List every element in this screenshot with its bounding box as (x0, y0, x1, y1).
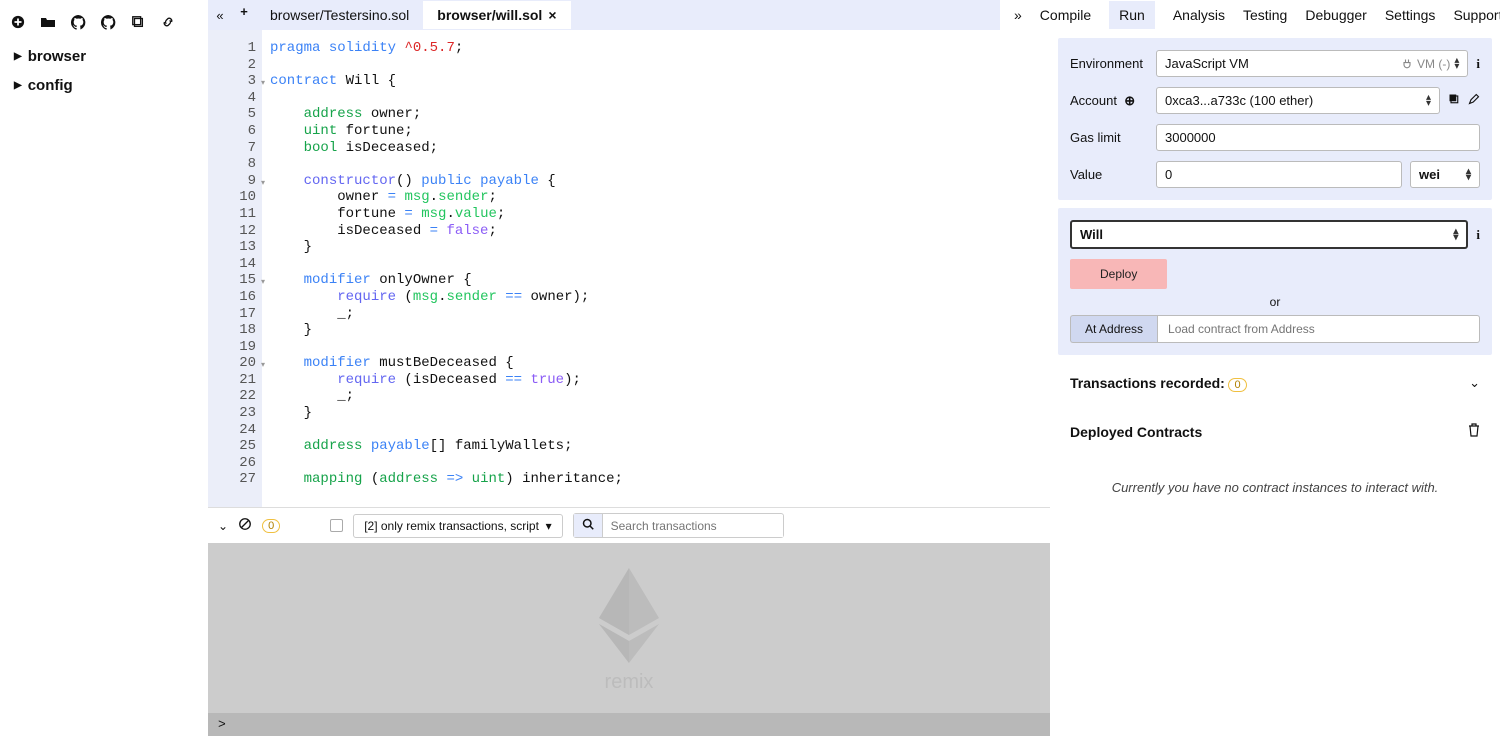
tab-label: browser/Testersino.sol (270, 7, 409, 23)
terminal-output[interactable]: remix (208, 543, 1050, 713)
tx-recorded-label: Transactions recorded: (1070, 375, 1225, 391)
select-arrows-icon: ▴▾ (1454, 58, 1459, 70)
tx-recorded-section[interactable]: Transactions recorded: 0 ⌄ (1058, 363, 1492, 403)
or-label: or (1070, 295, 1480, 309)
account-value: 0xca3...a733c (100 ether) (1165, 93, 1313, 108)
env-value: JavaScript VM (1165, 56, 1249, 71)
value-input[interactable]: 0 (1156, 161, 1402, 188)
select-arrows-icon: ▴▾ (1453, 229, 1458, 241)
collapse-right-icon[interactable]: » (1014, 7, 1022, 23)
folder-open-icon[interactable] (40, 14, 56, 30)
edit-icon[interactable] (1468, 93, 1480, 108)
tab-will[interactable]: browser/will.sol × (423, 1, 570, 29)
link-icon[interactable] (160, 14, 176, 30)
search-input[interactable] (603, 515, 783, 537)
run-panel: Environment JavaScript VM VM (-) ▴▾ i Ac… (1050, 30, 1500, 736)
github-icon[interactable] (70, 14, 86, 30)
deploy-button[interactable]: Deploy (1070, 259, 1167, 289)
file-tree: ▶ browser ▶ config (0, 42, 208, 100)
file-toolbar (0, 8, 208, 42)
nav-settings[interactable]: Settings (1385, 1, 1436, 29)
top-nav: » Compile Run Analysis Testing Debugger … (1000, 0, 1500, 30)
add-account-icon[interactable]: ⊕ (1124, 93, 1135, 108)
info-icon[interactable]: i (1476, 56, 1480, 72)
editor-tabs: « + browser/Testersino.sol browser/will.… (208, 0, 1050, 30)
ethereum-logo-icon: remix (569, 563, 689, 693)
select-arrows-icon: ▴▾ (1466, 169, 1471, 181)
collapse-left-icon[interactable]: « (212, 7, 228, 23)
at-address-button[interactable]: At Address (1070, 315, 1157, 343)
tree-folder-config[interactable]: ▶ config (10, 71, 208, 100)
add-tab-icon[interactable]: + (236, 3, 252, 19)
clear-icon[interactable] (238, 517, 252, 534)
new-file-icon[interactable] (10, 14, 26, 30)
listen-checkbox[interactable] (330, 519, 343, 532)
vm-badge: VM (-) (1417, 57, 1450, 71)
gas-value: 3000000 (1165, 130, 1216, 145)
deploy-section: Will ▴▾ i Deploy or At Address (1058, 208, 1492, 355)
tab-label: browser/will.sol (437, 7, 542, 23)
copy-icon[interactable] (130, 14, 146, 30)
file-explorer-sidebar: ▶ browser ▶ config (0, 0, 208, 736)
chevron-down-icon[interactable]: ⌄ (1469, 375, 1480, 391)
tx-filter-dropdown[interactable]: [2] only remix transactions, script ▾ (353, 514, 562, 538)
line-gutter: 123▾456789▾101112131415▾1617181920▾21222… (208, 30, 262, 507)
at-address-input[interactable] (1157, 315, 1480, 343)
terminal-toolbar: ⌄ 0 [2] only remix transactions, script … (208, 507, 1050, 543)
tab-testersino[interactable]: browser/Testersino.sol (256, 1, 423, 29)
nav-compile[interactable]: Compile (1040, 1, 1091, 29)
nav-run[interactable]: Run (1109, 1, 1155, 29)
tree-folder-browser[interactable]: ▶ browser (10, 42, 208, 71)
unit-value: wei (1419, 167, 1440, 182)
tree-label: browser (28, 48, 86, 65)
trash-icon[interactable] (1468, 423, 1480, 440)
account-label: Account ⊕ (1070, 93, 1148, 109)
nav-debugger[interactable]: Debugger (1305, 1, 1367, 29)
value-unit-select[interactable]: wei ▴▾ (1410, 161, 1480, 188)
deployed-label: Deployed Contracts (1070, 424, 1202, 440)
editor-area: « + browser/Testersino.sol browser/will.… (208, 0, 1050, 736)
nav-testing[interactable]: Testing (1243, 1, 1287, 29)
tx-search (573, 513, 784, 538)
nav-analysis[interactable]: Analysis (1173, 1, 1225, 29)
empty-contracts-msg: Currently you have no contract instances… (1050, 460, 1500, 515)
close-icon[interactable]: × (548, 7, 556, 23)
code-content[interactable]: pragma solidity ^0.5.7; contract Will { … (262, 30, 1050, 507)
contract-select[interactable]: Will ▴▾ (1070, 220, 1468, 249)
nav-support[interactable]: Support (1453, 1, 1500, 29)
pending-badge: 0 (262, 519, 280, 533)
account-select[interactable]: 0xca3...a733c (100 ether) ▴▾ (1156, 87, 1440, 114)
svg-text:remix: remix (605, 671, 654, 693)
plug-icon (1401, 58, 1413, 70)
gas-label: Gas limit (1070, 130, 1148, 145)
info-icon[interactable]: i (1476, 227, 1480, 243)
gas-input[interactable]: 3000000 (1156, 124, 1480, 151)
tree-label: config (28, 77, 73, 94)
run-settings: Environment JavaScript VM VM (-) ▴▾ i Ac… (1058, 38, 1492, 200)
select-arrows-icon: ▴▾ (1426, 95, 1431, 107)
tx-count-badge: 0 (1228, 378, 1246, 392)
env-label: Environment (1070, 56, 1148, 71)
copy-icon[interactable] (1448, 93, 1460, 108)
code-editor[interactable]: 123▾456789▾101112131415▾1617181920▾21222… (208, 30, 1050, 507)
value-value: 0 (1165, 167, 1172, 182)
env-select[interactable]: JavaScript VM VM (-) ▴▾ (1156, 50, 1468, 77)
caret-right-icon: ▶ (14, 51, 22, 62)
terminal-prompt[interactable]: > (208, 713, 1050, 736)
contract-name: Will (1080, 227, 1103, 242)
search-icon[interactable] (574, 514, 603, 537)
caret-right-icon: ▶ (14, 80, 22, 91)
value-label: Value (1070, 167, 1148, 182)
deployed-contracts-section: Deployed Contracts (1058, 411, 1492, 452)
expand-down-icon[interactable]: ⌄ (218, 519, 228, 533)
dropdown-label: [2] only remix transactions, script (364, 519, 539, 533)
github-icon-2[interactable] (100, 14, 116, 30)
